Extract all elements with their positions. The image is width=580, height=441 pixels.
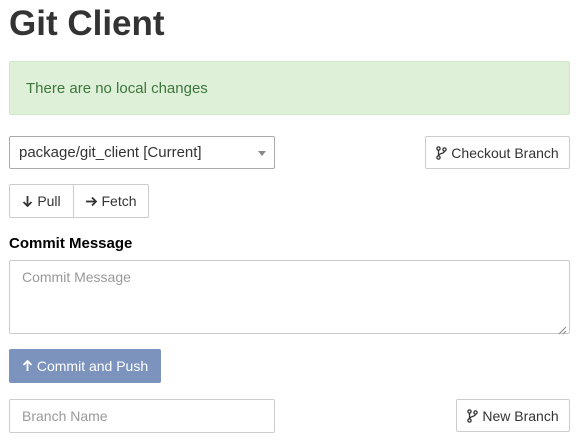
new-branch-button[interactable]: New Branch [456, 399, 570, 432]
checkout-branch-label: Checkout Branch [451, 144, 559, 161]
commit-message-label: Commit Message [9, 235, 133, 252]
arrow-right-icon [85, 196, 98, 207]
fetch-label: Fetch [101, 193, 137, 209]
resize-grip-icon[interactable] [558, 322, 567, 335]
arrow-down-icon [22, 195, 33, 207]
git-branch-icon [436, 145, 448, 160]
commit-message-textarea[interactable]: Commit Message [9, 260, 570, 335]
branch-select-value: package/git_client [Current] [19, 144, 202, 161]
pull-fetch-group: Pull Fetch [9, 184, 149, 218]
status-message: There are no local changes [26, 79, 208, 97]
git-branch-icon [467, 408, 479, 423]
commit-and-push-label: Commit and Push [36, 358, 149, 374]
chevron-down-icon [258, 151, 266, 156]
arrow-up-icon [22, 360, 33, 372]
branch-name-input[interactable]: Branch Name [9, 399, 275, 433]
commit-message-placeholder: Commit Message [22, 269, 131, 285]
new-branch-label: New Branch [482, 407, 559, 424]
page-title: Git Client [9, 4, 165, 43]
fetch-button[interactable]: Fetch [74, 184, 149, 218]
checkout-branch-button[interactable]: Checkout Branch [425, 136, 570, 169]
pull-label: Pull [37, 193, 61, 209]
status-alert: There are no local changes [9, 61, 570, 115]
branch-name-placeholder: Branch Name [22, 408, 108, 424]
commit-and-push-button[interactable]: Commit and Push [9, 349, 161, 383]
pull-button[interactable]: Pull [9, 184, 74, 218]
branch-select[interactable]: package/git_client [Current] [9, 136, 275, 169]
